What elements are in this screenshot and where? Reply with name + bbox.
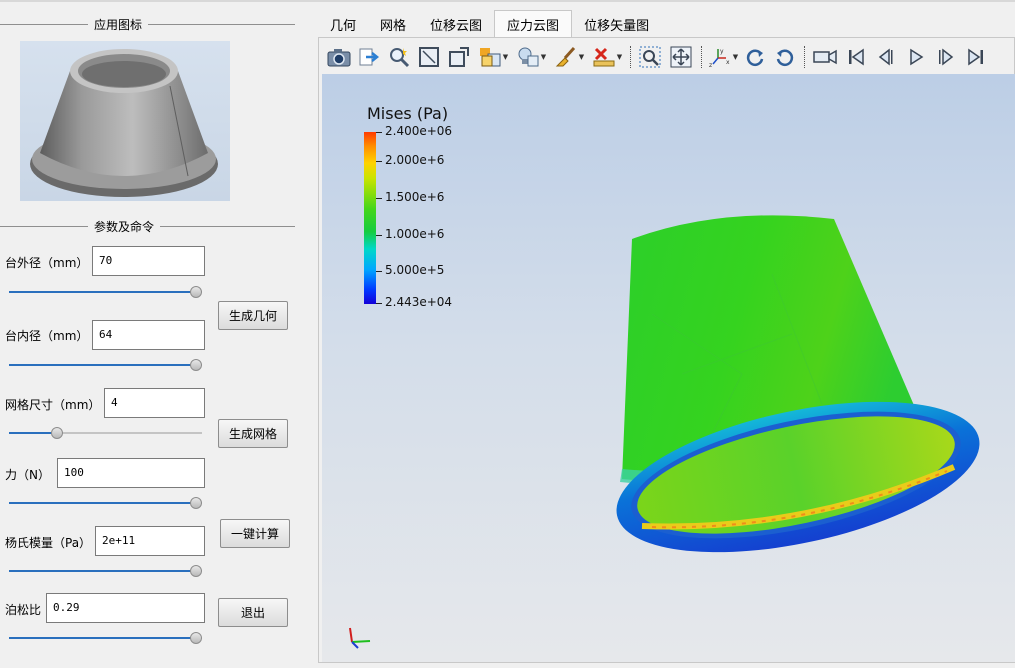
svg-text:x: x xyxy=(726,59,730,66)
tab-geometry[interactable]: 几何 xyxy=(318,10,368,38)
frame-icon[interactable] xyxy=(414,42,444,72)
window-top-border xyxy=(0,0,1015,2)
axes-icon[interactable]: yxz ▼ xyxy=(706,42,740,72)
inner-diameter-slider[interactable] xyxy=(9,359,202,371)
icon-group-label: 应用图标 xyxy=(94,17,143,32)
toolbar-separator xyxy=(630,46,631,68)
tab-displacement-contour[interactable]: 位移云图 xyxy=(418,10,494,38)
mesh-size-input[interactable]: 4 xyxy=(104,388,205,418)
tab-displacement-vector[interactable]: 位移矢量图 xyxy=(572,10,661,38)
magic-select-icon[interactable] xyxy=(384,42,414,72)
compute-button[interactable]: 一键计算 xyxy=(220,519,290,548)
params-group-title: 参数及命令 xyxy=(0,218,295,234)
tab-stress-contour[interactable]: 应力云图 xyxy=(494,10,573,38)
slider-handle[interactable] xyxy=(190,565,202,577)
slider-handle[interactable] xyxy=(190,359,202,371)
tab-bar: 几何 网格 位移云图 应力云图 位移矢量图 xyxy=(318,10,661,38)
inner-diameter-input[interactable]: 64 xyxy=(92,320,205,350)
exit-button[interactable]: 退出 xyxy=(218,598,288,627)
generate-geometry-button[interactable]: 生成几何 xyxy=(218,301,288,330)
mesh-size-slider[interactable] xyxy=(9,427,202,439)
clear-brush-icon[interactable]: ▼ xyxy=(550,42,588,72)
poisson-ratio-input[interactable]: 0.29 xyxy=(46,593,205,623)
svg-text:z: z xyxy=(709,62,712,68)
box-icon[interactable] xyxy=(444,42,474,72)
poisson-ratio-slider[interactable] xyxy=(9,632,202,644)
prev-frame-icon[interactable] xyxy=(871,42,901,72)
force-label: 力（N） xyxy=(5,468,50,482)
display-style-icon[interactable]: ▼ xyxy=(474,42,512,72)
youngs-modulus-slider[interactable] xyxy=(9,565,202,577)
icon-group-title: 应用图标 xyxy=(0,16,295,32)
force-input[interactable]: 100 xyxy=(57,458,205,488)
mesh-size-label: 网格尺寸（mm） xyxy=(5,398,101,412)
toolbar-separator xyxy=(701,46,702,68)
last-frame-icon[interactable] xyxy=(961,42,991,72)
outer-diameter-slider[interactable] xyxy=(9,286,202,298)
video-camera-icon[interactable] xyxy=(809,42,841,72)
inner-diameter-label: 台内径（mm） xyxy=(5,329,89,343)
slider-handle[interactable] xyxy=(51,427,64,439)
camera-icon[interactable] xyxy=(324,42,354,72)
export-icon[interactable] xyxy=(354,42,384,72)
toolbar-separator xyxy=(804,46,805,68)
first-frame-icon[interactable] xyxy=(841,42,871,72)
light-bulb-icon[interactable]: ▼ xyxy=(512,42,550,72)
poisson-ratio-label: 泊松比 xyxy=(5,603,42,617)
render-viewport[interactable]: Mises (Pa) 2.400e+06 2.000e+6 1.500e+6 1… xyxy=(322,74,1015,662)
youngs-modulus-label: 杨氏模量（Pa） xyxy=(5,536,92,550)
play-icon[interactable] xyxy=(901,42,931,72)
delete-ruler-icon[interactable]: ▼ xyxy=(588,42,626,72)
tab-mesh[interactable]: 网格 xyxy=(368,10,418,38)
tab-panel: ▼ ▼ ▼ ▼ yxz ▼ Mises (Pa) 2.400e+06 2.000… xyxy=(318,37,1015,663)
stress-contour-model xyxy=(616,215,980,553)
force-slider[interactable] xyxy=(9,497,202,509)
rotate-ccw-icon[interactable] xyxy=(770,42,800,72)
slider-handle[interactable] xyxy=(190,497,202,509)
generate-mesh-button[interactable]: 生成网格 xyxy=(218,419,288,448)
slider-handle[interactable] xyxy=(190,286,202,298)
svg-text:y: y xyxy=(720,48,724,55)
outer-diameter-label: 台外径（mm） xyxy=(5,256,89,270)
zoom-box-icon[interactable] xyxy=(635,42,665,72)
outer-diameter-input[interactable]: 70 xyxy=(92,246,205,276)
rotate-cw-icon[interactable] xyxy=(740,42,770,72)
next-frame-icon[interactable] xyxy=(931,42,961,72)
toolbar: ▼ ▼ ▼ ▼ yxz ▼ xyxy=(324,40,1014,74)
orientation-axes-icon xyxy=(349,627,371,649)
youngs-modulus-input[interactable]: 2e+11 xyxy=(95,526,205,556)
slider-handle[interactable] xyxy=(190,632,202,644)
params-group-label: 参数及命令 xyxy=(94,219,155,234)
app-icon-image xyxy=(20,41,230,201)
fit-view-icon[interactable] xyxy=(665,42,697,72)
